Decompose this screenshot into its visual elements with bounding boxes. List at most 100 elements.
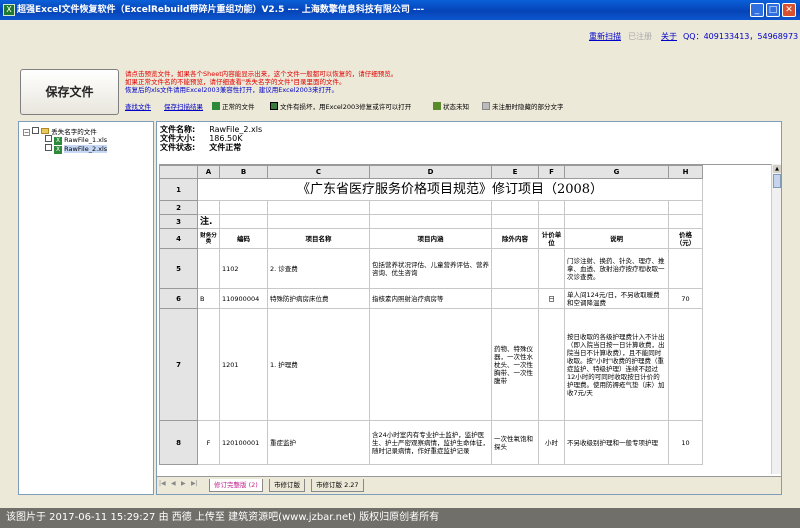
row-header[interactable]: 2 (159, 200, 198, 215)
save-file-button[interactable]: 保存文件 (20, 69, 119, 115)
save-result-link[interactable]: 保存扫描结果 (164, 101, 203, 111)
cell[interactable] (369, 214, 492, 229)
cell[interactable]: 项目名称 (267, 228, 370, 249)
cell[interactable]: 财务分类 (197, 228, 220, 249)
tab-sheet-1[interactable]: 修订完整版 (2) (209, 479, 263, 492)
cell[interactable]: 说明 (564, 228, 669, 249)
cell[interactable] (538, 200, 565, 215)
cell[interactable]: 药物、特殊仪器，一次性水枕头、一次性胸带、一次性腹带 (491, 308, 539, 421)
cell[interactable] (668, 248, 703, 289)
cell[interactable] (668, 214, 703, 229)
file-size-label: 文件大小: (160, 134, 196, 143)
cell[interactable] (538, 214, 565, 229)
find-file-link[interactable]: 查找文件 (125, 101, 151, 111)
legend-unregistered: 未注册时隐藏的部分文字 (482, 101, 564, 111)
file-tree[interactable]: − 丢失名字的文件 X RawFile_1.xls X RawFile_2.xl… (18, 121, 154, 495)
cell[interactable]: 除外内容 (491, 228, 539, 249)
cell[interactable]: 按日收取的各级护理费计入不计出（即入院当日按一日计算收费，出院当日不计算收费），… (564, 308, 669, 421)
cell[interactable] (369, 308, 492, 421)
cell[interactable]: 重症监护 (267, 420, 370, 465)
cell[interactable]: 一次性氧饱和探头 (491, 420, 539, 465)
cell[interactable]: 2. 诊查费 (267, 248, 370, 289)
cell[interactable] (369, 200, 492, 215)
cell[interactable] (197, 248, 220, 289)
cell[interactable]: 特殊防护病房床位费 (267, 288, 370, 309)
scroll-thumb[interactable] (773, 174, 781, 188)
cell[interactable] (491, 288, 539, 309)
column-header[interactable]: A (197, 165, 220, 179)
column-header[interactable]: B (219, 165, 268, 179)
row-header[interactable]: 6 (159, 288, 198, 309)
sheet-grid[interactable]: A B C D E F G H 1 《广东省医疗服务价格项目规范》修订项目（20… (159, 164, 772, 474)
cell[interactable] (564, 200, 669, 215)
column-header[interactable]: C (267, 165, 370, 179)
cell[interactable] (491, 248, 539, 289)
cell[interactable]: 单人间124元/日，不另收取暖费和空调降温费 (564, 288, 669, 309)
corner-cell[interactable] (159, 165, 198, 179)
cell[interactable]: 指核素内照射治疗病房等 (369, 288, 492, 309)
cell[interactable] (219, 214, 268, 229)
cell[interactable]: 小时 (538, 420, 565, 465)
cell[interactable]: 编码 (219, 228, 268, 249)
cell[interactable]: B (197, 288, 220, 309)
cell[interactable]: 包括营养状况评估、儿童营养评估、营养咨询、优生咨询 (369, 248, 492, 289)
cell[interactable]: 70 (668, 288, 703, 309)
tab-nav-next[interactable]: ▶ (181, 480, 186, 487)
close-button[interactable]: ✕ (782, 3, 796, 17)
app-icon: X (3, 4, 15, 16)
column-header[interactable]: F (538, 165, 565, 179)
cell[interactable] (197, 200, 220, 215)
cell[interactable] (668, 200, 703, 215)
minimize-button[interactable]: _ (750, 3, 764, 17)
cell[interactable]: 1201 (219, 308, 268, 421)
sheet-tabs: |◀ ◀ ▶ ▶| 修订完整版 (2) 市修订版 市修订版 2.27 (157, 476, 781, 494)
cell[interactable] (491, 214, 539, 229)
tab-nav-last[interactable]: ▶| (191, 480, 198, 487)
cell[interactable]: 1102 (219, 248, 268, 289)
cell[interactable]: 不另收级别护理和一般专项护理 (564, 420, 669, 465)
cell[interactable]: 110900004 (219, 288, 268, 309)
cell[interactable]: 120100001 (219, 420, 268, 465)
cell[interactable] (491, 200, 539, 215)
cell[interactable] (538, 308, 565, 421)
row-header[interactable]: 3 (159, 214, 198, 229)
tree-file[interactable]: X RawFile_2.xls (45, 144, 108, 154)
cell[interactable]: 10 (668, 420, 703, 465)
cell[interactable]: 日 (538, 288, 565, 309)
cell[interactable] (219, 200, 268, 215)
vertical-scrollbar[interactable]: ▲ (771, 164, 781, 474)
tab-sheet-3[interactable]: 市修订版 2.27 (311, 479, 364, 492)
row-header[interactable]: 5 (159, 248, 198, 289)
tab-sheet-2[interactable]: 市修订版 (269, 479, 305, 492)
damaged-file-icon (270, 102, 278, 110)
cell[interactable] (267, 200, 370, 215)
maximize-button[interactable]: □ (766, 3, 780, 17)
cell[interactable] (668, 308, 703, 421)
tab-nav-first[interactable]: |◀ (159, 480, 166, 487)
column-header[interactable]: G (564, 165, 669, 179)
cell[interactable] (538, 248, 565, 289)
cell[interactable]: 含24小时室内有专业护士监护，监护医生、护士严密观察病情，监护生命体征，随时记录… (369, 420, 492, 465)
about-link[interactable]: 关于 (661, 31, 677, 42)
row-header[interactable]: 4 (159, 228, 198, 249)
cell[interactable]: 计价单位 (538, 228, 565, 249)
row-header[interactable]: 7 (159, 308, 198, 421)
row-header[interactable]: 1 (159, 178, 198, 201)
cell[interactable]: 1. 护理费 (267, 308, 370, 421)
sheet-title-cell[interactable]: 《广东省医疗服务价格项目规范》修订项目（2008） (197, 178, 703, 201)
cell[interactable] (564, 214, 669, 229)
row-header[interactable]: 8 (159, 420, 198, 465)
column-header[interactable]: H (668, 165, 703, 179)
rescan-link[interactable]: 重新扫描 (589, 31, 621, 42)
cell[interactable]: F (197, 420, 220, 465)
cell[interactable]: 价格（元） (668, 228, 703, 249)
cell[interactable]: 门诊注射、换药、针灸、理疗、推拿、血透、放射治疗按疗程收取一次诊查费。 (564, 248, 669, 289)
column-header[interactable]: E (491, 165, 539, 179)
tab-nav-prev[interactable]: ◀ (171, 480, 176, 487)
cell[interactable] (267, 214, 370, 229)
checkbox-icon (32, 127, 40, 134)
cell[interactable] (197, 308, 220, 421)
cell[interactable]: 注. (197, 214, 220, 229)
cell[interactable]: 项目内涵 (369, 228, 492, 249)
column-header[interactable]: D (369, 165, 492, 179)
